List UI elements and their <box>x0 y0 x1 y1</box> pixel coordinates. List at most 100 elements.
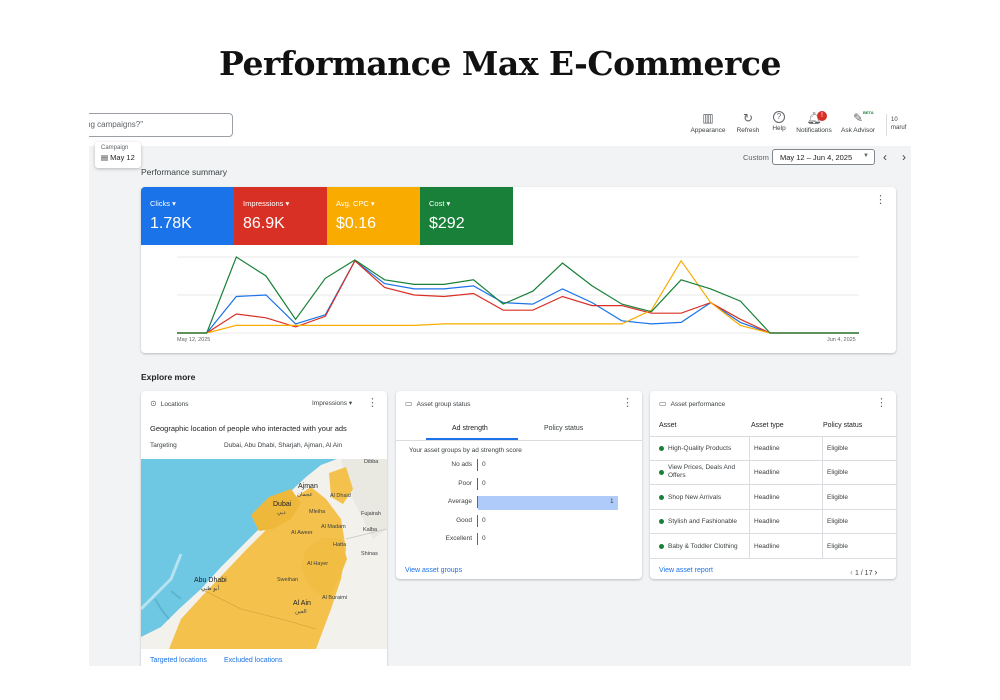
next-period-arrow-icon[interactable]: › <box>902 150 906 164</box>
campaign-date-chip[interactable]: Campaign ▤ May 12 <box>95 142 141 168</box>
excluded-locations-link[interactable]: Excluded locations <box>224 657 282 664</box>
map-label: Ajman <box>298 483 318 490</box>
custom-range-label: Custom <box>743 153 769 162</box>
map-label: Sweihan <box>277 577 299 583</box>
ad-strength-axis <box>477 533 478 545</box>
ad-strength-value: 0 <box>482 461 486 468</box>
view-asset-groups-link[interactable]: View asset groups <box>405 567 462 574</box>
account-menu[interactable]: 10 maruf <box>891 116 906 132</box>
advisor-icon: ✎ <box>852 111 864 125</box>
asset-performance-header: ▭ Asset performance <box>659 399 725 408</box>
next-page-icon[interactable]: › <box>874 567 877 577</box>
map-label: Al Dhaid <box>330 493 351 499</box>
tab-ad-strength[interactable]: Ad strength <box>452 425 488 432</box>
column-divider <box>749 437 750 559</box>
ad-strength-value: 0 <box>482 516 486 524</box>
map-label: Al Aweer <box>291 530 313 536</box>
policy-status: Eligible <box>827 469 848 477</box>
metric-label: Clicks <box>150 199 170 208</box>
map-label: Shinas <box>361 551 378 557</box>
pagination: ‹ 1 / 17 › <box>850 567 877 577</box>
date-range-select[interactable]: May 12 – Jun 4, 2025 ▼ <box>772 149 875 165</box>
locations-subtitle: Geographic location of people who intera… <box>150 424 347 433</box>
performance-summary-label: Performance summary <box>141 167 227 177</box>
status-dot-icon <box>659 470 664 476</box>
map-label: Al Buraimi <box>322 595 348 601</box>
policy-status: Eligible <box>827 542 848 550</box>
map-label: العين <box>295 609 307 615</box>
page-title: Performance Max E-Commerce <box>219 44 781 83</box>
previous-period-arrow-icon[interactable]: ‹ <box>883 150 887 164</box>
map-label: Al Madam <box>321 524 346 530</box>
ad-strength-label: Poor <box>458 479 472 487</box>
location-search-icon: ⊙ <box>150 399 157 408</box>
locations-title: Locations <box>160 401 189 408</box>
ad-strength-axis <box>477 477 478 490</box>
metric-tile-clicks[interactable]: Clicks ▾ 1.78K <box>141 187 234 245</box>
column-header-asset-type[interactable]: Asset type <box>751 422 784 429</box>
search-input[interactable]: ng campaigns?" <box>89 113 233 137</box>
metric-tile-avg-cpc[interactable]: Avg. CPC ▾ $0.16 <box>327 187 420 245</box>
more-options-icon[interactable]: ⋮ <box>622 398 633 409</box>
metric-tile-cost[interactable]: Cost ▾ $292 <box>420 187 513 245</box>
table-row[interactable]: Baby & Toddler Clothing Headline Eligible <box>650 535 896 559</box>
metric-tile-impressions[interactable]: Impressions ▾ 86.9K <box>234 187 327 245</box>
campaign-chip-value: May 12 <box>110 153 135 162</box>
table-row[interactable]: Shop New Arrivals Headline Eligible <box>650 486 896 510</box>
more-options-icon[interactable]: ⋮ <box>367 398 378 409</box>
asset-type: Headline <box>754 518 780 526</box>
map-label: Al Hayer <box>307 561 329 567</box>
notifications-label: Notifications <box>796 127 832 134</box>
status-dot-icon <box>659 446 664 451</box>
performance-summary-card: Clicks ▾ 1.78K Impressions ▾ 86.9K Avg. … <box>141 187 896 353</box>
asset-type: Headline <box>754 542 780 550</box>
asset-performance-title: Asset performance <box>670 401 726 408</box>
status-dot-icon <box>659 519 664 525</box>
status-dot-icon <box>659 494 664 500</box>
status-dot-icon <box>659 543 664 549</box>
map-label: Dubai <box>273 501 292 508</box>
map-label: Mleiha <box>309 509 326 515</box>
targeted-locations-link[interactable]: Targeted locations <box>150 657 207 664</box>
calendar-icon: ▤ <box>101 153 111 162</box>
toolbar-divider <box>886 114 887 136</box>
prev-page-icon[interactable]: ‹ <box>850 567 853 577</box>
more-options-icon[interactable]: ⋮ <box>875 195 886 206</box>
locations-metric-select[interactable]: Impressions ▾ <box>312 399 352 407</box>
beta-tag: BETA <box>863 110 874 115</box>
ad-strength-label: Excellent <box>445 535 472 542</box>
asset-performance-card: ▭ Asset performance ⋮ Asset Asset type Po… <box>650 391 896 579</box>
ad-strength-bar[interactable] <box>478 496 618 510</box>
tab-policy-status[interactable]: Policy status <box>544 425 583 432</box>
more-options-icon[interactable]: ⋮ <box>876 398 887 409</box>
column-header-asset[interactable]: Asset <box>659 422 677 429</box>
asset-name: Shop New Arrivals <box>668 493 722 501</box>
locations-map[interactable]: Ajman عجمان Dubai دبي Abu Dhabi أبو ظبي … <box>141 459 387 649</box>
map-label: عجمان <box>297 492 313 498</box>
locations-header: ⊙ Locations <box>150 399 189 408</box>
view-asset-report-link[interactable]: View asset report <box>659 567 713 574</box>
table-row[interactable]: View Prices, Deals And Offers Headline Eli… <box>650 461 896 486</box>
ask-advisor-button[interactable]: ✎ BETA Ask Advisor <box>833 110 883 134</box>
asset-group-status-title: Asset group status <box>416 401 471 408</box>
map-label: Dibba <box>364 459 379 465</box>
ad-strength-value: 1 <box>610 498 614 505</box>
pagination-text: 1 / 17 <box>854 570 873 577</box>
ad-strength-axis <box>477 514 478 527</box>
map-label: Abu Dhabi <box>194 577 227 584</box>
policy-status: Eligible <box>827 518 848 526</box>
asset-group-status-card: ▭ Asset group status ⋮ Ad strength Policy… <box>396 391 642 579</box>
account-id: 10 <box>891 117 898 123</box>
locations-metric-value: Impressions <box>312 400 348 407</box>
notifications-button[interactable]: 🔔︎ ! Notifications <box>789 111 839 134</box>
table-row[interactable]: Stylish and Fashionable Headline Eligible <box>650 510 896 535</box>
explore-more-heading: Explore more <box>141 372 196 382</box>
x-axis-end-label: Jun 4, 2025 <box>827 337 856 343</box>
ad-strength-value: 0 <box>482 535 486 542</box>
x-axis-start-label: May 12, 2025 <box>177 337 211 343</box>
table-row[interactable]: High-Quality Products Headline Eligible <box>650 437 896 461</box>
folder-icon: ▭ <box>659 399 667 408</box>
column-header-policy-status[interactable]: Policy status <box>823 422 862 429</box>
policy-status: Eligible <box>827 445 848 452</box>
asset-name: Stylish and Fashionable <box>668 518 738 526</box>
